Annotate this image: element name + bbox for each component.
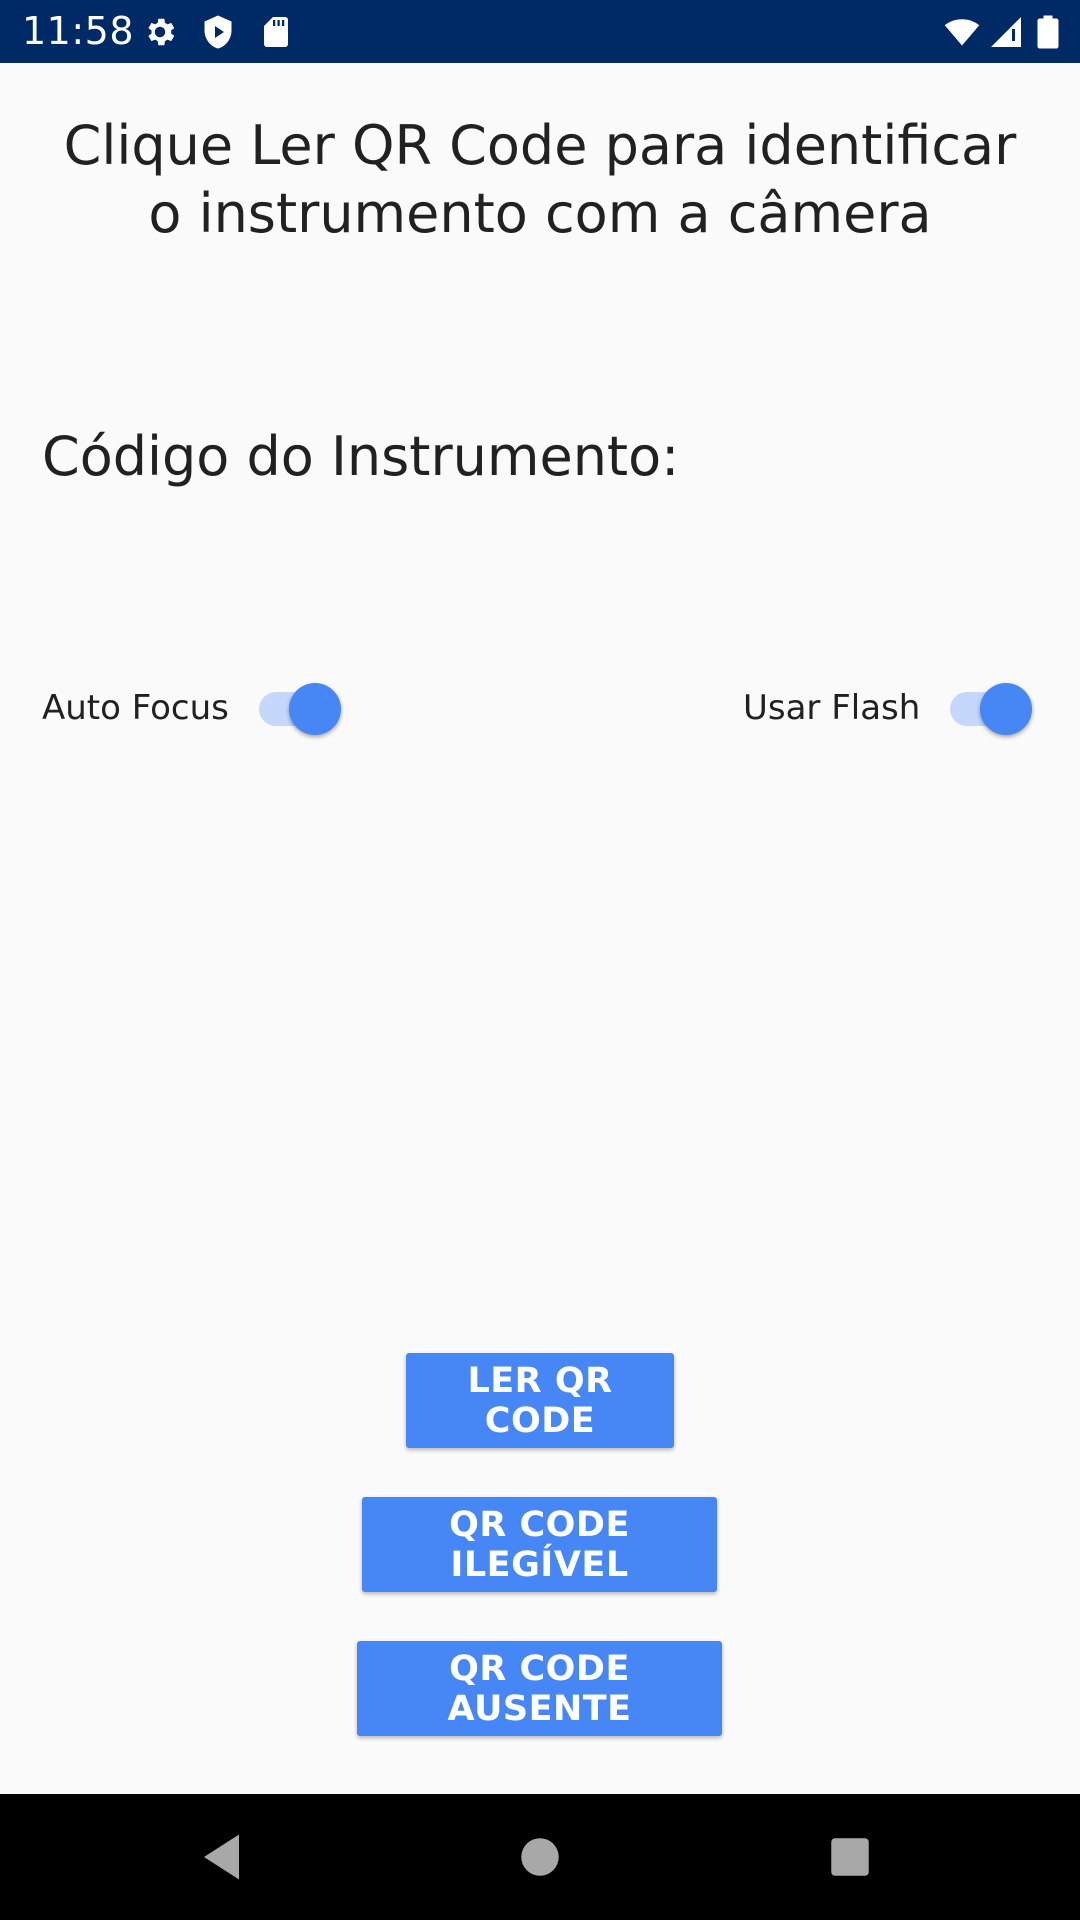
navigation-bar <box>0 1794 1080 1920</box>
home-icon[interactable] <box>510 1827 570 1887</box>
switch-thumb <box>980 683 1033 735</box>
battery-icon <box>1037 15 1059 49</box>
use-flash-switch[interactable] <box>950 680 1036 736</box>
read-qr-button[interactable]: LER QR CODE <box>406 1353 674 1448</box>
auto-focus-label: Auto Focus <box>42 688 229 728</box>
qr-illegible-button[interactable]: QR CODE ILEGÍVEL <box>362 1497 717 1592</box>
signal-icon <box>991 17 1021 47</box>
app-screen: 11:58 Clique Ler QR Code para identifica… <box>0 0 1080 1920</box>
switch-thumb <box>288 683 341 735</box>
auto-focus-switch[interactable] <box>258 680 345 736</box>
instrument-code-label: Código do Instrumento: <box>42 425 680 488</box>
use-flash-row: Usar Flash <box>743 680 1036 736</box>
status-bar: 11:58 <box>0 0 1080 63</box>
settings-icon <box>148 18 175 46</box>
instruction-text: Clique Ler QR Code para identificar o in… <box>63 114 1017 245</box>
status-time: 11:58 <box>22 9 135 53</box>
recents-icon[interactable] <box>820 1827 880 1887</box>
use-flash-label: Usar Flash <box>743 688 921 728</box>
qr-missing-button[interactable]: QR CODE AUSENTE <box>357 1641 722 1736</box>
back-icon[interactable] <box>194 1827 254 1887</box>
auto-focus-row: Auto Focus <box>42 680 345 736</box>
wifi-icon <box>944 19 980 46</box>
sd-card-icon <box>264 17 288 47</box>
shield-icon <box>204 15 232 49</box>
